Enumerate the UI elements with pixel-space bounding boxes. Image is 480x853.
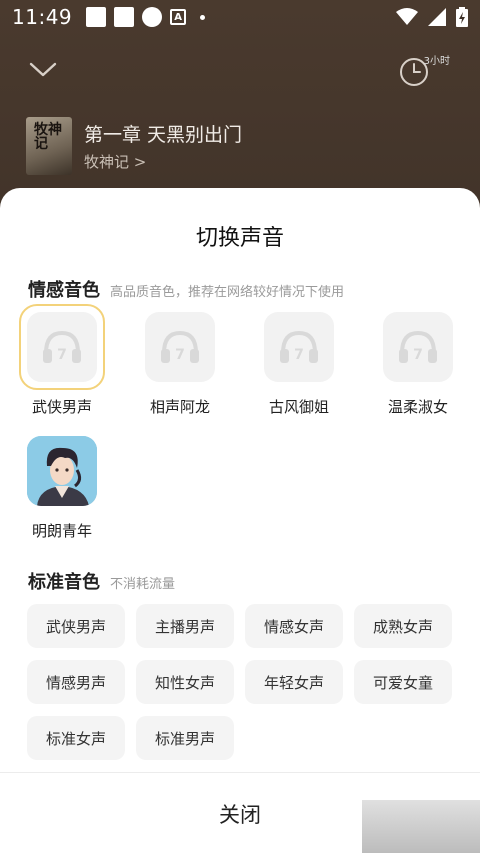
standard-voice-chip[interactable]: 情感男声: [27, 660, 125, 704]
chapter-title: 第一章 天黑别出门: [84, 124, 243, 146]
selected-ring: [19, 304, 105, 390]
standard-voice-chip[interactable]: 武侠男声: [27, 604, 125, 648]
voice-option[interactable]: 明朗青年: [12, 436, 112, 541]
svg-text:7: 7: [294, 347, 304, 363]
svg-text:7: 7: [413, 347, 423, 363]
book-cover: 牧神记: [26, 117, 72, 175]
notification-circle-icon: [142, 7, 163, 27]
voice-label: 温柔淑女: [387, 398, 448, 416]
status-bar: 11:49 A: [0, 0, 480, 34]
standard-voice-chip[interactable]: 主播男声: [136, 604, 234, 648]
standard-voice-chip[interactable]: 情感女声: [245, 604, 343, 648]
system-icons: [396, 7, 468, 27]
wifi-icon: [396, 8, 418, 25]
emotional-section-subtitle: 高品质音色，推荐在网络较好情况下使用: [110, 285, 345, 300]
voice-thumb: 7: [145, 312, 215, 382]
svg-text:7: 7: [175, 347, 185, 363]
status-time: 11:49: [12, 5, 73, 29]
cover-title: 牧神记: [34, 122, 62, 152]
voice-thumb: 7: [19, 304, 105, 390]
corner-overlay: [362, 800, 480, 853]
voice-option[interactable]: 7 相声阿龙: [130, 312, 230, 417]
sleep-timer-button[interactable]: 3小时: [398, 50, 450, 90]
young-man-portrait-icon: [27, 436, 97, 506]
a-icon: A: [170, 9, 187, 25]
emotional-section-header: 情感音色 高品质音色，推荐在网络较好情况下使用: [28, 276, 344, 302]
notification-square-icon: [86, 7, 107, 27]
standard-voice-chip[interactable]: 标准女声: [27, 716, 125, 760]
notification-square-icon: [114, 7, 135, 27]
voice-label: 相声阿龙: [149, 398, 210, 416]
player-top-bar: 3小时: [0, 50, 480, 90]
book-link[interactable]: 牧神记 >: [84, 151, 242, 172]
signal-icon: [428, 8, 446, 26]
voice-label: 古风御姐: [268, 398, 329, 416]
standard-voice-chip[interactable]: 知性女声: [136, 660, 234, 704]
now-playing-info: 第一章 天黑别出门 牧神记 >: [84, 120, 242, 172]
headphones-icon: 7: [161, 330, 199, 363]
voice-avatar: [27, 436, 97, 506]
notification-icons: A: [86, 7, 206, 27]
voice-label: 明朗青年: [31, 522, 92, 540]
standard-voice-chip[interactable]: 成熟女声: [354, 604, 452, 648]
standard-section-header: 标准音色 不消耗流量: [28, 568, 175, 594]
standard-voice-chip[interactable]: 可爱女童: [354, 660, 452, 704]
voice-option[interactable]: 7 武侠男声: [12, 304, 112, 417]
standard-voice-chip[interactable]: 标准男声: [136, 716, 234, 760]
timer-label: 3小时: [423, 56, 450, 67]
standard-section-title: 标准音色: [28, 572, 100, 593]
now-playing[interactable]: 牧神记 第一章 天黑别出门 牧神记 >: [26, 116, 456, 176]
battery-icon: [456, 7, 468, 27]
voice-switch-sheet: 切换声音 情感音色 高品质音色，推荐在网络较好情况下使用 7 武侠男声 7 相声…: [0, 188, 480, 853]
sheet-title: 切换声音: [195, 226, 284, 251]
voice-option[interactable]: 7 温柔淑女: [368, 312, 468, 417]
standard-section-subtitle: 不消耗流量: [110, 577, 176, 592]
standard-voice-chip[interactable]: 年轻女声: [245, 660, 343, 704]
headphones-icon: 7: [280, 330, 318, 363]
voice-thumb: 7: [383, 312, 453, 382]
headphones-icon: 7: [399, 330, 437, 363]
collapse-chevron-down-icon[interactable]: [28, 54, 58, 84]
voice-option[interactable]: 7 古风御姐: [249, 312, 349, 417]
more-dot-icon: [200, 14, 206, 20]
voice-label: 武侠男声: [31, 398, 92, 416]
emotional-section-title: 情感音色: [28, 280, 100, 301]
voice-thumb: 7: [264, 312, 334, 382]
